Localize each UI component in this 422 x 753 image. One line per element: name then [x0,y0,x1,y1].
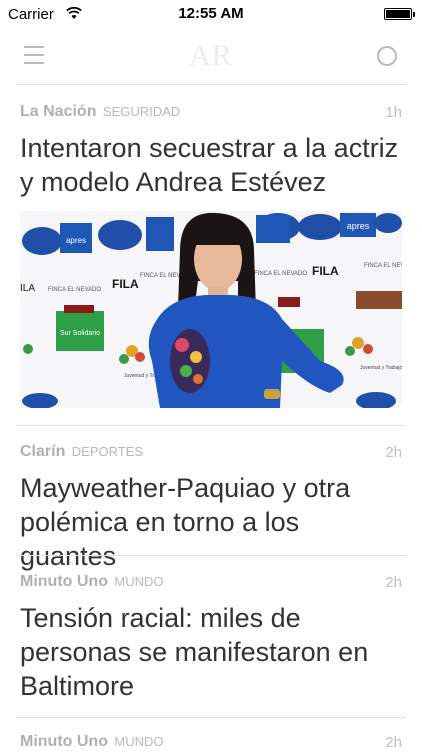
svg-text:FINCA EL NEVADO: FINCA EL NEVADO [254,271,307,277]
svg-text:FINCA EL NEV: FINCA EL NEV [364,263,402,269]
app-logo: AR [189,39,233,72]
article-age: 2h [385,444,402,461]
fila-logo-text: FILA [112,277,139,291]
article-source: La Nación [20,103,97,120]
article-meta: Clarín DEPORTES 2h [20,443,402,463]
article-section: DEPORTES [71,444,144,459]
svg-text:Sur Solidario: Sur Solidario [60,330,100,337]
nav-bar: AR [0,30,422,84]
article-source: Minuto Uno [20,733,108,750]
apres-logo-text: apres [66,236,86,245]
article-image[interactable]: apres apres FILA FILA ILA FINCA EL NEVAD… [20,211,402,408]
clock: 12:55 AM [178,5,244,22]
article-age: 2h [385,734,402,751]
svg-text:ILA: ILA [20,283,35,294]
article-headline[interactable]: Tensión racial: miles de personas se man… [20,601,402,703]
article-meta: Minuto Uno MUNDO 2h [20,573,402,593]
news-feed: La Nación SEGURIDAD 1h Intentaron secues… [0,85,422,751]
article-source: Clarín [20,443,66,460]
article-card[interactable]: La Nación SEGURIDAD 1h Intentaron secues… [20,85,402,408]
svg-text:apres: apres [347,221,370,231]
article-meta: La Nación SEGURIDAD 1h [20,103,402,123]
article-source: Minuto Uno [20,573,108,590]
article-section: MUNDO [114,574,164,589]
article-card[interactable]: Minuto Uno MUNDO 2h Tensión racial: mile… [20,551,402,703]
article-headline[interactable]: Intentaron secuestrar a la actriz y mode… [20,131,402,199]
battery-icon [384,8,415,20]
svg-text:FINCA EL NEVADO: FINCA EL NEVADO [48,287,101,293]
article-age: 1h [385,104,402,121]
status-bar: Carrier 12:55 AM [0,0,422,30]
article-card[interactable]: Minuto Uno MUNDO 2h [20,717,402,753]
article-section: MUNDO [114,734,164,749]
article-photo: apres apres FILA FILA ILA FINCA EL NEVAD… [20,211,402,408]
search-icon[interactable] [377,46,397,66]
article-age: 2h [385,574,402,591]
article-meta: Minuto Uno MUNDO 2h [20,733,402,753]
svg-text:FILA: FILA [312,264,339,278]
article-section: SEGURIDAD [102,104,181,119]
svg-text:Juventud y Trabajo: Juventud y Trabajo [360,365,402,371]
